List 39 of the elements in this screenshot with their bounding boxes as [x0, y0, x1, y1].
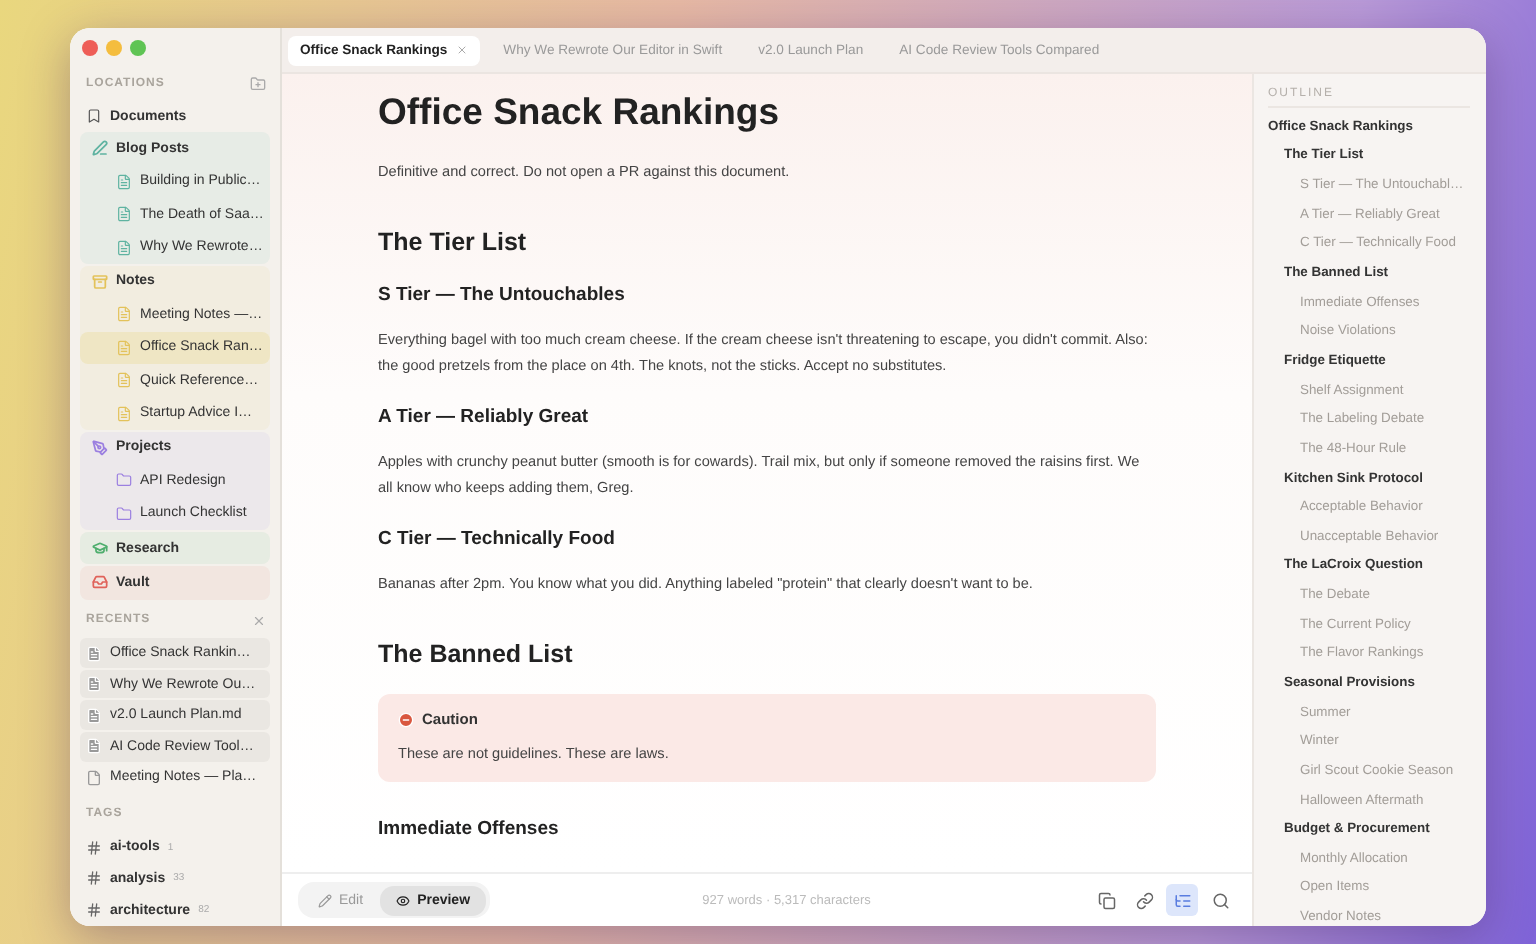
file-icon	[116, 239, 132, 256]
minimize-icon[interactable]	[106, 40, 122, 56]
outline-button[interactable]	[1166, 884, 1198, 916]
outline-icon	[1173, 891, 1191, 909]
hash-icon	[86, 902, 102, 919]
file-icon	[116, 405, 132, 421]
document-icon	[86, 738, 102, 755]
file-icon	[116, 206, 132, 223]
file-icon	[116, 306, 132, 323]
document-icon	[86, 645, 102, 661]
folder-icon	[116, 472, 132, 489]
subsection-heading: S Tier — The Untouchables	[378, 284, 627, 306]
search-icon	[1211, 891, 1229, 909]
hash-icon	[86, 870, 102, 887]
file-icon	[116, 173, 132, 190]
document-icon	[86, 769, 102, 786]
bookmark-icon	[86, 108, 102, 125]
file-icon	[116, 372, 132, 389]
document-icon	[86, 707, 102, 724]
copy-icon	[1097, 891, 1115, 909]
subsection-heading: Immediate Offenses	[378, 818, 561, 840]
pencil-icon	[317, 893, 331, 907]
eye-icon	[395, 893, 410, 907]
document-title: Office Snack Rankings	[378, 90, 781, 134]
section-heading: The Banned List	[378, 640, 575, 668]
link-icon	[1135, 891, 1153, 909]
subsection-heading: A Tier — Reliably Great	[378, 406, 591, 428]
section-heading: The Tier List	[378, 228, 529, 256]
close-icon[interactable]	[82, 40, 98, 56]
clear-icon[interactable]	[252, 613, 266, 628]
caution-icon	[398, 711, 414, 727]
close-icon[interactable]	[455, 44, 468, 56]
subsection-heading: C Tier — Technically Food	[378, 528, 617, 550]
new-folder-icon[interactable]	[250, 75, 266, 92]
zoom-icon[interactable]	[130, 40, 146, 56]
hash-icon	[86, 839, 102, 856]
document-icon	[86, 676, 102, 693]
folder-icon	[116, 505, 132, 522]
file-icon	[116, 339, 132, 356]
